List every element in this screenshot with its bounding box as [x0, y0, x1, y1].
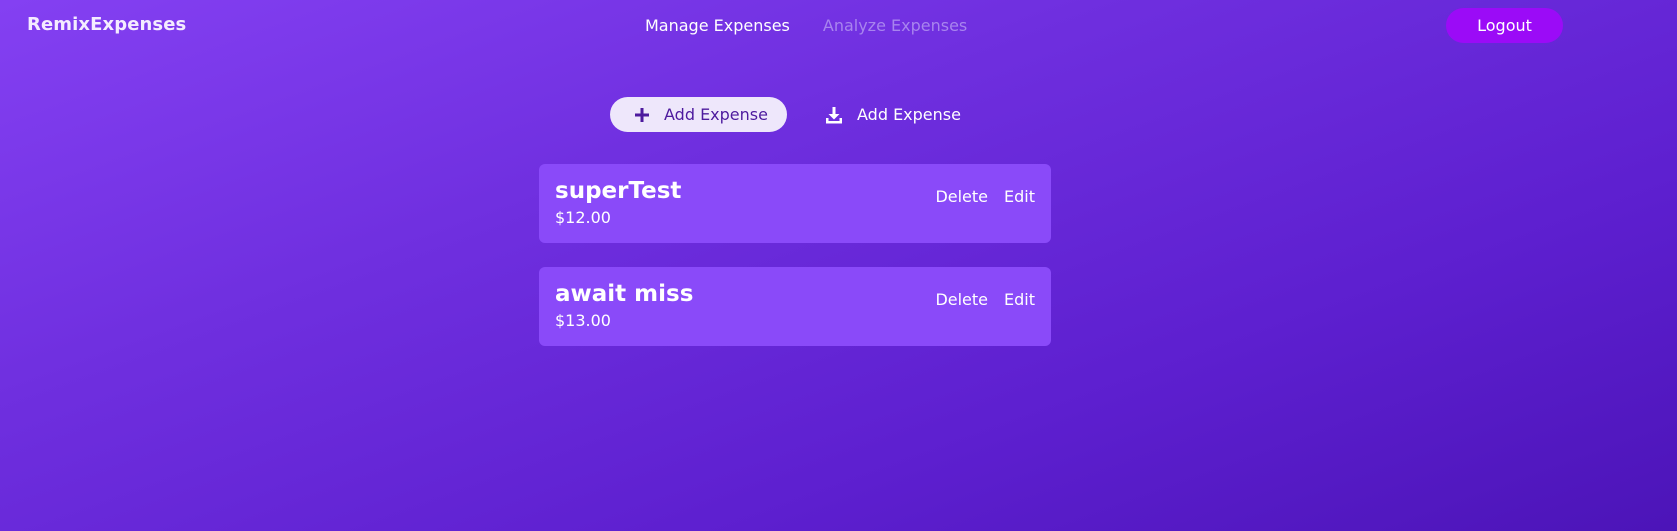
expense-amount: $13.00 — [555, 311, 611, 330]
expense-title: superTest — [555, 178, 682, 204]
add-expense-label: Add Expense — [664, 105, 768, 124]
app-logo[interactable]: RemixExpenses — [27, 14, 186, 35]
plus-icon — [634, 107, 650, 123]
load-expenses-button[interactable]: Add Expense — [825, 105, 961, 124]
expense-item-actions: Delete Edit — [935, 290, 1035, 309]
nav-manage-expenses[interactable]: Manage Expenses — [645, 16, 790, 35]
delete-expense-button[interactable]: Delete — [935, 187, 988, 206]
expense-item: superTest $12.00 Delete Edit — [539, 164, 1051, 243]
expense-item-actions: Delete Edit — [935, 187, 1035, 206]
expense-title: await miss — [555, 281, 694, 307]
expense-amount: $12.00 — [555, 208, 611, 227]
add-expense-button[interactable]: Add Expense — [610, 97, 787, 132]
download-icon — [825, 106, 843, 124]
delete-expense-button[interactable]: Delete — [935, 290, 988, 309]
logout-button[interactable]: Logout — [1446, 8, 1563, 43]
main-nav: Manage Expenses Analyze Expenses — [645, 16, 967, 35]
nav-analyze-expenses[interactable]: Analyze Expenses — [823, 16, 967, 35]
load-expenses-label: Add Expense — [857, 105, 961, 124]
edit-expense-link[interactable]: Edit — [1004, 290, 1035, 309]
edit-expense-link[interactable]: Edit — [1004, 187, 1035, 206]
header: RemixExpenses Manage Expenses Analyze Ex… — [0, 0, 1677, 52]
expense-list: superTest $12.00 Delete Edit await miss … — [539, 164, 1051, 370]
expense-item: await miss $13.00 Delete Edit — [539, 267, 1051, 346]
expense-actions-bar: Add Expense Add Expense — [610, 97, 961, 132]
